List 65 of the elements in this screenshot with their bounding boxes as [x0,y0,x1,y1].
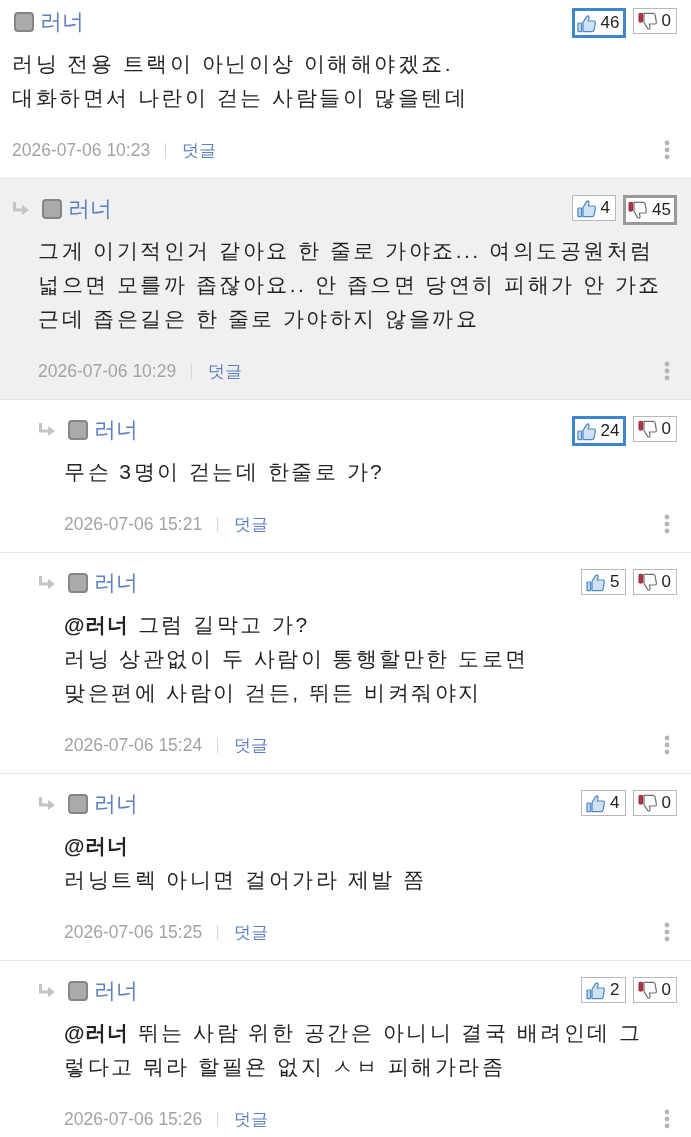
dislike-button[interactable]: 0 [632,416,677,442]
reply-link[interactable]: 덧글 [234,1107,269,1131]
square-icon [42,199,62,219]
comment-text: @러너 뛰는 사람 위한 공간은 아니니 결국 배려인데 그 렇다고 뭐라 할필욘 없지 ㅅㅂ 피해가라좀 [63,1020,644,1080]
reply-arrow-icon [38,576,56,590]
like-button[interactable]: 5 [581,569,626,595]
more-options-icon[interactable] [664,1109,670,1129]
thumbs-up-icon [586,572,607,592]
square-icon [68,794,88,814]
author-name[interactable]: 러너 [94,976,138,1006]
thumbs-down-icon [628,200,649,220]
thumbs-up-icon [576,421,597,441]
like-button[interactable]: 24 [571,416,626,446]
reply-link[interactable]: 덧글 [208,359,243,383]
comment-date: 2026-07-06 15:24 [64,734,203,756]
like-button[interactable]: 2 [581,977,626,1003]
more-options-icon[interactable] [664,361,670,381]
reply-link[interactable]: 덧글 [234,733,269,757]
reply-link[interactable]: 덧글 [234,920,269,944]
square-icon [14,12,34,32]
square-icon [68,420,88,440]
like-button[interactable]: 46 [571,8,626,38]
comment-date: 2026-07-06 15:25 [64,921,203,943]
comment-date: 2026-07-06 15:26 [64,1108,203,1130]
author-name[interactable]: 러너 [94,568,138,598]
thumbs-down-icon [637,793,658,813]
like-button[interactable]: 4 [581,790,626,816]
comment-text: 그게 이기적인거 같아요 한 줄로 가야죠... 여의도공원처럼 넓으면 모를까 좁잖아요.. 안 좁으면 당연히 피해가 안 가죠 근데 좁은길은 한 줄로 가야하지 않을까요 [37,238,663,332]
dislike-button[interactable]: 0 [632,569,677,595]
thumbs-up-icon [576,198,597,218]
thumbs-up-icon [586,793,607,813]
like-button[interactable]: 4 [571,195,617,221]
comment-text: 러닝 전용 트랙이 아닌이상 이해해야겠죠. 대화하면서 나란이 걷는 사람들이 많을텐데 [11,51,470,111]
thumbs-down-icon [637,11,658,31]
square-icon [68,573,88,593]
dislike-button[interactable]: 45 [623,195,677,225]
comment-text: @러너 그럼 길막고 가? 러닝 상관없이 두 사람이 통행할만한 도로면 맞은편에 사람이 걷든, 뛰든 비켜줘야지 [63,612,530,706]
comment-date: 2026-07-06 10:23 [12,139,151,161]
thumbs-up-icon [586,980,607,1000]
thumbs-down-icon [637,419,658,439]
thumbs-down-icon [637,572,658,592]
more-options-icon[interactable] [664,514,670,534]
reply-arrow-icon [38,797,56,811]
more-options-icon[interactable] [664,922,670,942]
reply-link[interactable]: 덧글 [234,512,269,536]
more-options-icon[interactable] [664,140,670,160]
dislike-button[interactable]: 0 [632,790,677,816]
reply-arrow-icon [38,423,56,437]
comment-date: 2026-07-06 10:29 [38,360,177,382]
author-name[interactable]: 러너 [40,7,84,37]
thumbs-down-icon [637,980,658,1000]
comment-text: 무슨 3명이 걷는데 한줄로 가? [63,459,386,485]
author-name[interactable]: 러너 [68,194,112,224]
dislike-button[interactable]: 0 [632,8,677,34]
reply-arrow-icon [38,984,56,998]
reply-link[interactable]: 덧글 [182,138,217,162]
thumbs-up-icon [576,13,597,33]
dislike-button[interactable]: 0 [632,977,677,1003]
author-name[interactable]: 러너 [94,789,138,819]
comment-text: @러너 러닝트렉 아니면 걸어가라 제발 쫌 [63,833,428,893]
reply-arrow-icon [12,202,30,216]
comment-date: 2026-07-06 15:21 [64,513,203,535]
author-name[interactable]: 러너 [94,415,138,445]
more-options-icon[interactable] [664,735,670,755]
square-icon [68,981,88,1001]
